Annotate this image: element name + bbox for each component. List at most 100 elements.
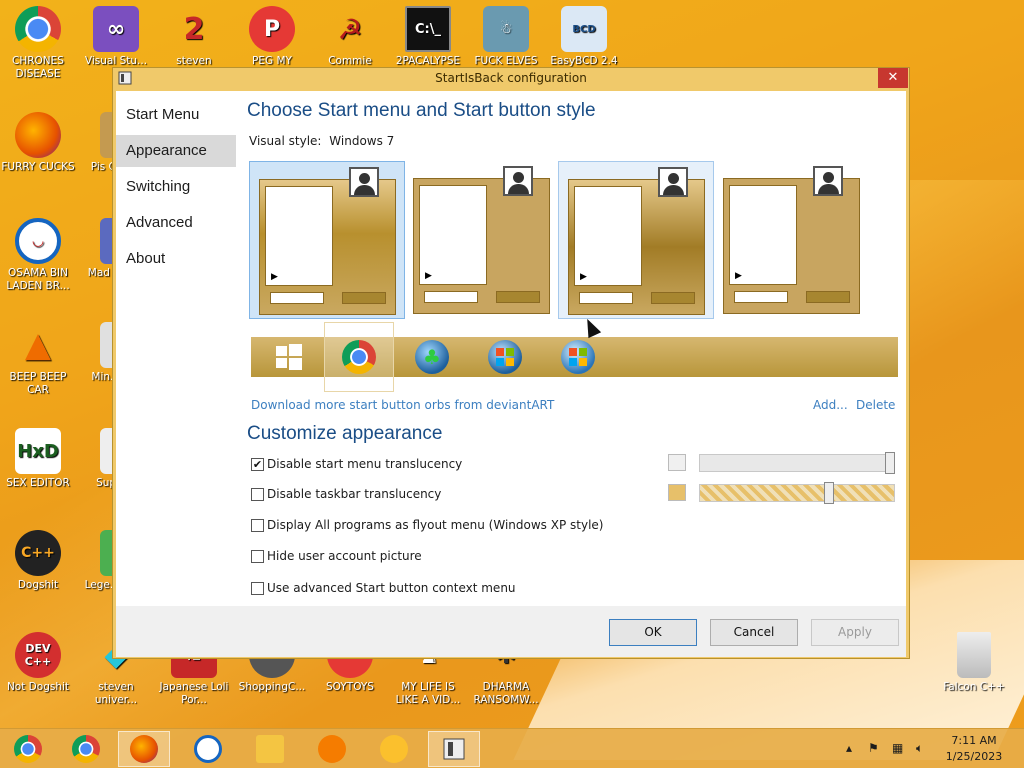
- desktop-icon-firefox[interactable]: FURRY CUCKS: [0, 112, 76, 174]
- taskbar-chrome[interactable]: [60, 731, 112, 767]
- menu-opacity-slider[interactable]: [699, 452, 895, 474]
- desktop-icon-commie[interactable]: ☭ Commie: [312, 6, 388, 68]
- slider-thumb[interactable]: [885, 452, 895, 474]
- lock-app-icon: [380, 735, 408, 763]
- start-menu-preview: ▶: [723, 178, 860, 314]
- desktop-icon-dogshit[interactable]: C++ Dogshit: [0, 530, 76, 592]
- desktop-icon-label: Falcon C++: [943, 681, 1005, 693]
- menu-color-swatch[interactable]: [668, 454, 686, 471]
- dogshit-icon: C++: [15, 530, 61, 576]
- taskbar-avast[interactable]: [306, 731, 358, 767]
- window-client: Start Menu Appearance Switching Advanced…: [116, 91, 906, 657]
- desktop-icon-vlc[interactable]: ▲ BEEP BEEP CAR: [0, 322, 76, 397]
- desktop-icon-label: CHRONES DISEASE: [12, 55, 64, 80]
- window-titlebar[interactable]: StartIsBack configuration ✕: [113, 68, 909, 90]
- checkbox[interactable]: [251, 487, 264, 501]
- download-orbs-link[interactable]: Download more start button orbs from dev…: [251, 398, 554, 412]
- taskbar-obama[interactable]: [182, 731, 234, 767]
- nav-item-about[interactable]: About: [116, 243, 236, 275]
- desktop-icon-steven[interactable]: 2 steven: [156, 6, 232, 68]
- orb-windows8[interactable]: [269, 339, 309, 375]
- nav-item-advanced[interactable]: Advanced: [116, 207, 236, 239]
- slider-thumb[interactable]: [824, 482, 834, 504]
- hxd-icon: HxD: [15, 428, 61, 474]
- customize-heading: Customize appearance: [247, 423, 443, 444]
- nav-item-switching[interactable]: Switching: [116, 171, 236, 203]
- user-avatar-icon: [503, 166, 533, 196]
- desktop-icon-label: BEEP BEEP CAR: [9, 371, 67, 396]
- ok-button[interactable]: OK: [609, 619, 697, 646]
- style-option-3[interactable]: ▶: [558, 161, 714, 319]
- close-button[interactable]: ✕: [878, 68, 908, 88]
- desktop-icon-label: DHARMA RANSOMW...: [473, 681, 539, 706]
- desktop-icon-chrome[interactable]: CHRONES DISEASE: [0, 6, 76, 81]
- add-orb-link[interactable]: Add...: [813, 398, 848, 412]
- option-disable-menu-translucency[interactable]: ✔ Disable start menu translucency: [251, 456, 462, 472]
- checkbox[interactable]: [251, 549, 264, 563]
- taskbar-color-swatch[interactable]: [668, 484, 686, 501]
- desktop-icon-visual-studio[interactable]: ∞ Visual Stu...: [78, 6, 154, 68]
- desktop-icon-label: Dogshit: [17, 579, 59, 591]
- style-option-4[interactable]: ▶: [714, 161, 870, 319]
- desktop-icon-label: FURRY CUCKS: [1, 161, 75, 173]
- firefox-icon: [15, 112, 61, 158]
- orb-windows7[interactable]: [558, 339, 598, 375]
- dev-cpp-icon: DEV C++: [15, 632, 61, 678]
- volume-icon[interactable]: 🔈︎: [916, 741, 923, 756]
- app-icon: [118, 71, 132, 85]
- desktop-icon-label: MY LIFE IS LIKE A VID...: [395, 681, 461, 706]
- visual-style-value: Windows 7: [329, 134, 395, 148]
- windows8-logo-icon: [276, 344, 302, 370]
- firefox-icon: [130, 735, 158, 763]
- orb-chrome[interactable]: [324, 322, 394, 392]
- orb-clover[interactable]: ♣: [412, 339, 452, 375]
- peg-icon: P: [249, 6, 295, 52]
- desktop-icon-2pac[interactable]: C:\_ 2PACALYPSE: [390, 6, 466, 68]
- desktop-icon-easybcd[interactable]: BCD EasyBCD 2.4: [546, 6, 622, 68]
- dialog-footer: OK Cancel Apply: [116, 606, 906, 657]
- start-menu-preview: ▶: [568, 179, 705, 315]
- desktop-icon-hxd[interactable]: HxD SEX EDITOR: [0, 428, 76, 490]
- visual-style-label: Visual style: Windows 7: [249, 134, 395, 148]
- nav-item-start-menu[interactable]: Start Menu: [116, 99, 236, 131]
- folder-icon: [256, 735, 284, 763]
- start-button[interactable]: [2, 731, 54, 767]
- system-clock[interactable]: 7:11 AM 1/25/2023: [934, 733, 1014, 765]
- desktop-icon-label: Not Dogshit: [6, 681, 70, 693]
- apply-button[interactable]: Apply: [811, 619, 899, 646]
- desktop-icon-devcpp[interactable]: DEV C++ Not Dogshit: [0, 632, 76, 694]
- orb-windows-vista[interactable]: [485, 339, 525, 375]
- style-option-1[interactable]: ▶: [249, 161, 405, 319]
- taskbar-startisback[interactable]: [428, 731, 480, 767]
- desktop-icon-obama[interactable]: ◡ OSAMA BIN LADEN BR...: [0, 218, 76, 293]
- style-option-2[interactable]: ▶: [404, 161, 560, 319]
- show-hidden-icons-icon[interactable]: ▴: [846, 741, 852, 755]
- checkbox[interactable]: [251, 518, 264, 532]
- checkbox[interactable]: ✔: [251, 457, 264, 471]
- taskbar-app[interactable]: [368, 731, 420, 767]
- style-heading: Choose Start menu and Start button style: [247, 100, 596, 121]
- startisback-window: StartIsBack configuration ✕ Start Menu A…: [112, 67, 910, 659]
- option-hide-user-picture[interactable]: Hide user account picture: [251, 548, 422, 564]
- taskbar-explorer[interactable]: [244, 731, 296, 767]
- taskbar-firefox[interactable]: [118, 731, 170, 767]
- checkbox[interactable]: [251, 581, 264, 595]
- obama-icon: [194, 735, 222, 763]
- nav-item-appearance[interactable]: Appearance: [116, 135, 236, 167]
- user-avatar-icon: [658, 167, 688, 197]
- desktop-icon-recycle-bin[interactable]: Falcon C++: [936, 632, 1012, 694]
- vista-orb-icon: [488, 340, 522, 374]
- taskbar-opacity-slider[interactable]: [699, 482, 895, 504]
- clock-time: 7:11 AM: [951, 734, 997, 747]
- user-avatar-icon: [813, 166, 843, 196]
- chrome-icon: [15, 6, 61, 52]
- cancel-button[interactable]: Cancel: [710, 619, 798, 646]
- start-orb-bar: ♣: [251, 322, 898, 392]
- action-center-flag-icon[interactable]: ⚑: [868, 741, 879, 755]
- option-advanced-context-menu[interactable]: Use advanced Start button context menu: [251, 580, 516, 596]
- option-flyout-menu[interactable]: Display All programs as flyout menu (Win…: [251, 517, 603, 533]
- desktop-icon-elves[interactable]: ☃ FUCK ELVES: [468, 6, 544, 68]
- network-icon[interactable]: ▦: [892, 741, 903, 755]
- delete-orb-link[interactable]: Delete: [856, 398, 895, 412]
- option-disable-taskbar-translucency[interactable]: Disable taskbar translucency: [251, 486, 441, 502]
